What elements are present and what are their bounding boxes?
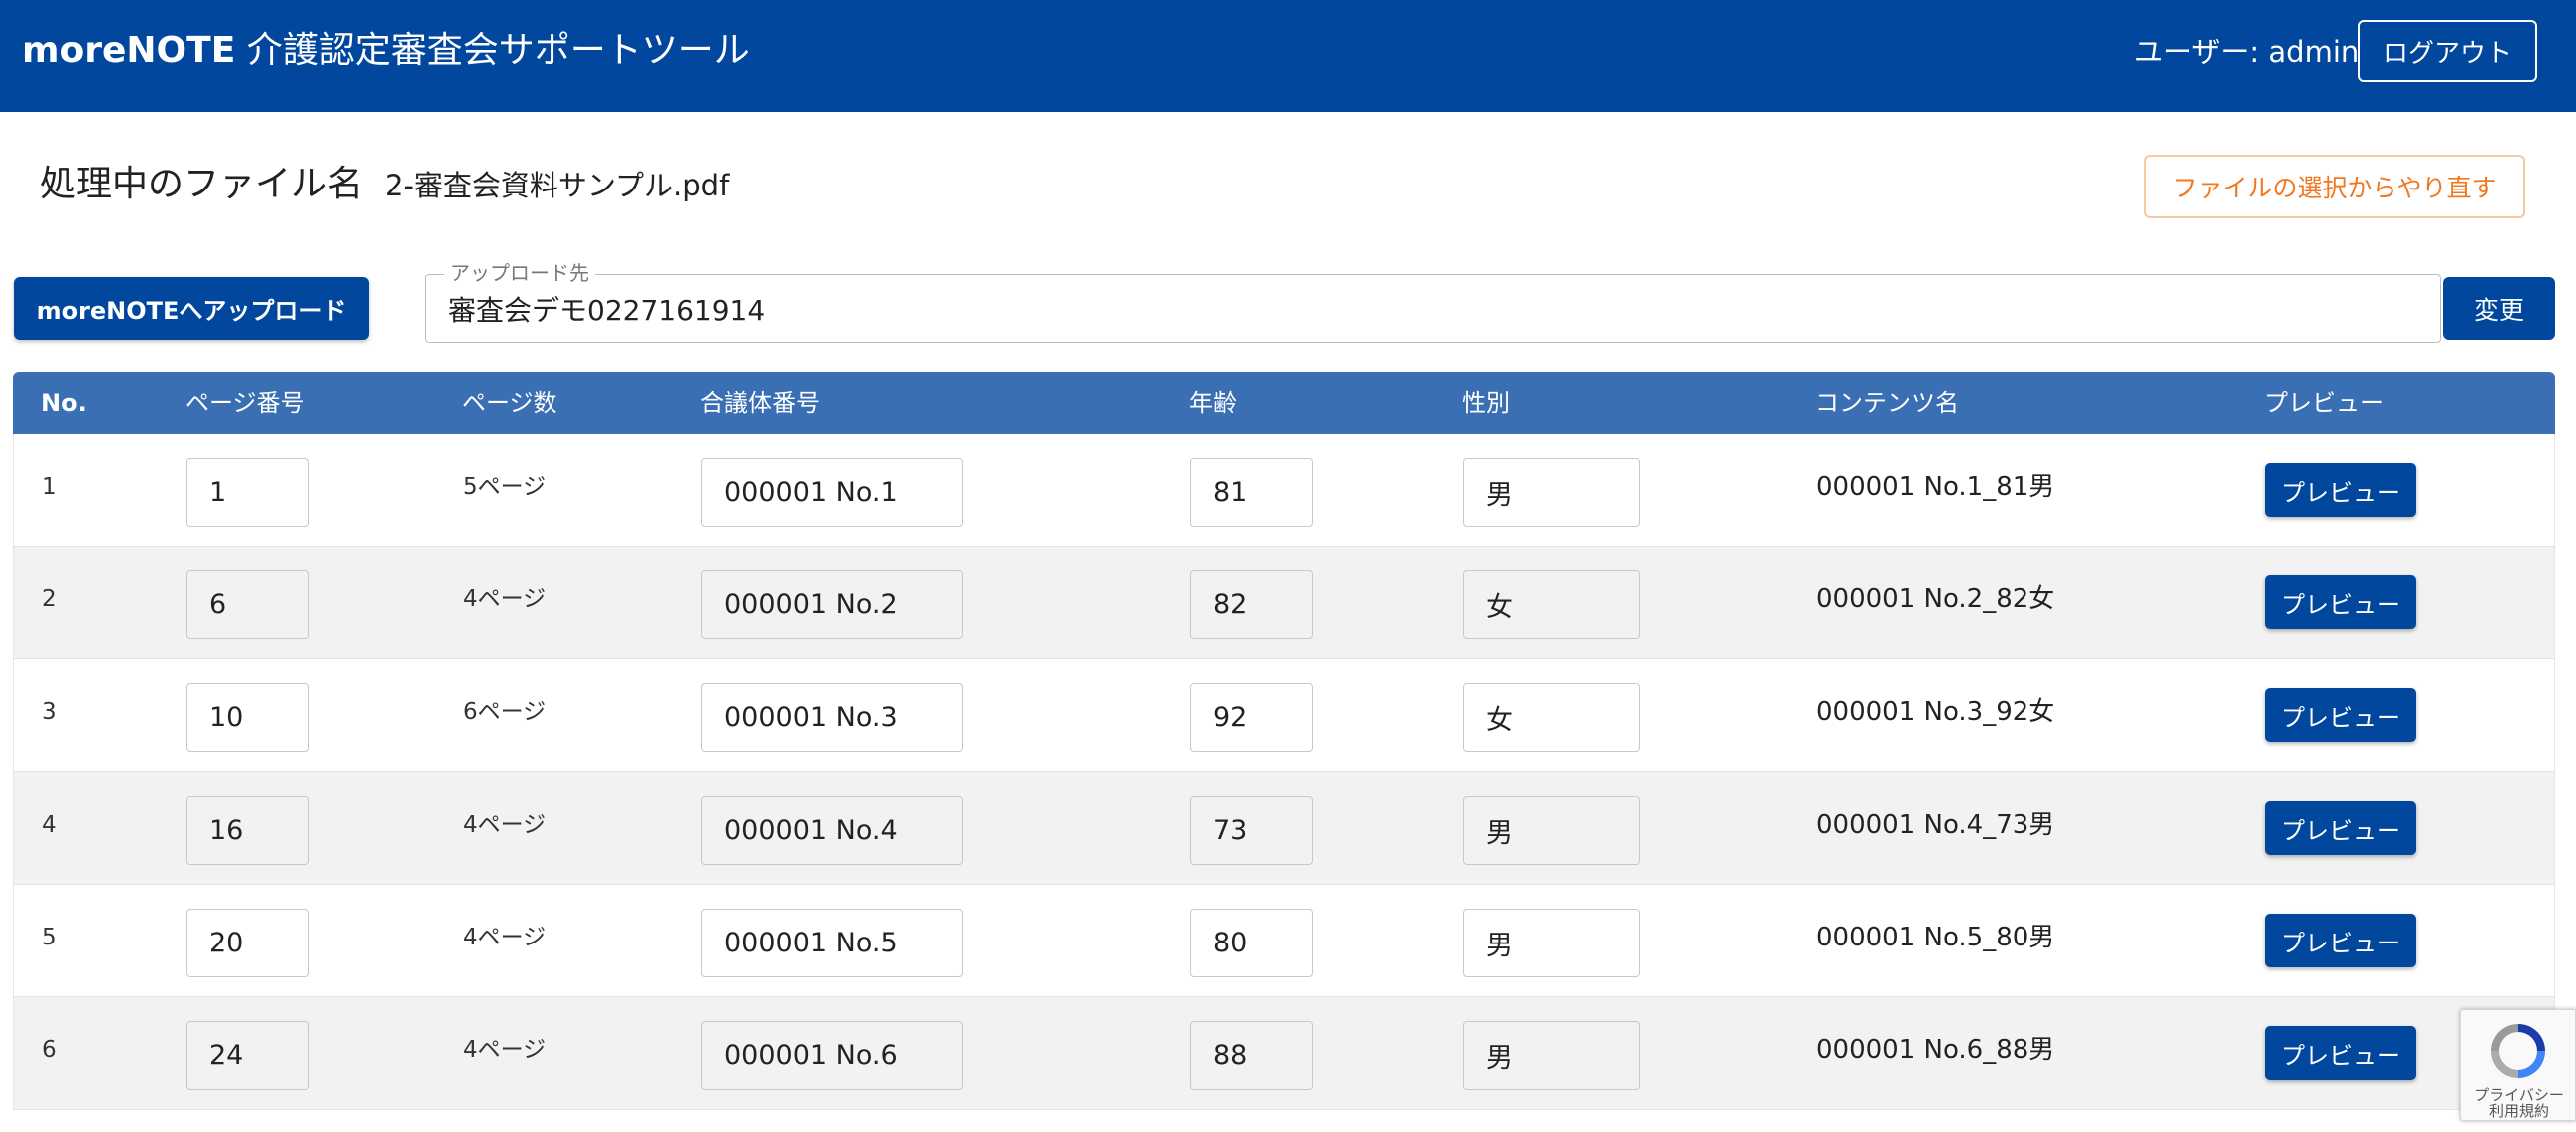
app-title: moreNOTE 介護認定審査会サポートツール	[22, 26, 750, 76]
app-brand: moreNOTE	[22, 30, 236, 71]
sex-input[interactable]	[1463, 1021, 1640, 1090]
group-number-input[interactable]	[701, 909, 963, 977]
page-count: 6ページ	[463, 699, 547, 725]
group-number-input[interactable]	[701, 458, 963, 527]
age-input[interactable]	[1190, 909, 1313, 977]
group-number-input[interactable]	[701, 796, 963, 865]
app-title-suffix: 介護認定審査会サポートツール	[235, 30, 750, 71]
sex-input[interactable]	[1463, 570, 1640, 639]
age-input[interactable]	[1190, 570, 1313, 639]
row-number: 5	[42, 925, 57, 950]
preview-button[interactable]: プレビュー	[2265, 463, 2416, 517]
row-number: 6	[42, 1037, 57, 1063]
upload-to-morenote-button[interactable]: moreNOTEへアップロード	[14, 277, 369, 340]
sex-input[interactable]	[1463, 796, 1640, 865]
header-page-number: ページ番号	[185, 389, 305, 417]
table-body: 15ページ000001 No.1_81男プレビュー24ページ000001 No.…	[13, 434, 2555, 1110]
split-table: No. ページ番号 ページ数 合議体番号 年齢 性別 コンテンツ名 プレビュー …	[13, 372, 2555, 1110]
page-number-input[interactable]	[186, 796, 309, 865]
age-input[interactable]	[1190, 796, 1313, 865]
content-name: 000001 No.5_80男	[1816, 923, 2055, 952]
preview-button[interactable]: プレビュー	[2265, 575, 2416, 629]
page-number-input[interactable]	[186, 570, 309, 639]
age-input[interactable]	[1190, 683, 1313, 752]
group-number-input[interactable]	[701, 683, 963, 752]
page-number-input[interactable]	[186, 683, 309, 752]
header-sex: 性別	[1462, 389, 1510, 417]
file-name: 2-審査会資料サンプル.pdf	[385, 169, 730, 202]
page-number-input[interactable]	[186, 909, 309, 977]
content-name: 000001 No.4_73男	[1816, 810, 2055, 840]
age-input[interactable]	[1190, 458, 1313, 527]
group-number-input[interactable]	[701, 570, 963, 639]
row-number: 1	[42, 474, 57, 500]
sex-input[interactable]	[1463, 683, 1640, 752]
preview-button[interactable]: プレビュー	[2265, 688, 2416, 742]
recaptcha-terms[interactable]: 利用規約	[2461, 1102, 2575, 1120]
table-row: 3 6ページ 000001 No.3_92女 プレビュー	[13, 659, 2555, 772]
page-number-input[interactable]	[186, 458, 309, 527]
preview-button[interactable]: プレビュー	[2265, 801, 2416, 855]
header-preview: プレビュー	[2264, 389, 2384, 417]
app-header: moreNOTE 介護認定審査会サポートツール ユーザー: admin ログアウ…	[0, 0, 2576, 112]
logout-button[interactable]: ログアウト	[2358, 20, 2537, 82]
row-number: 2	[42, 586, 57, 612]
content-name: 000001 No.6_88男	[1816, 1035, 2055, 1065]
file-heading: 処理中のファイル名	[40, 164, 364, 204]
row-number: 4	[42, 812, 57, 838]
upload-destination-field: アップロード先	[425, 260, 2441, 343]
upload-destination-input[interactable]	[448, 289, 2343, 329]
table-header: No. ページ番号 ページ数 合議体番号 年齢 性別 コンテンツ名 プレビュー	[13, 372, 2555, 434]
recaptcha-badge[interactable]: プライバシー 利用規約	[2460, 1009, 2576, 1121]
preview-button[interactable]: プレビュー	[2265, 1026, 2416, 1080]
recaptcha-icon	[2491, 1024, 2545, 1078]
page-count: 4ページ	[463, 925, 547, 950]
sex-input[interactable]	[1463, 458, 1640, 527]
table-row: 4 4ページ 000001 No.4_73男 プレビュー	[13, 772, 2555, 885]
content-name: 000001 No.3_92女	[1816, 697, 2055, 727]
upload-destination-legend: アップロード先	[444, 260, 595, 286]
header-group-number: 合議体番号	[700, 389, 820, 417]
user-label: ユーザー: admin	[2134, 35, 2360, 69]
sex-input[interactable]	[1463, 909, 1640, 977]
page-number-input[interactable]	[186, 1021, 309, 1090]
header-page-count: ページ数	[462, 389, 557, 417]
header-content-name: コンテンツ名	[1815, 389, 1959, 417]
table-row: 1 5ページ 000001 No.1_81男 プレビュー	[13, 434, 2555, 547]
page-count: 4ページ	[463, 1037, 547, 1063]
content-name: 000001 No.1_81男	[1816, 472, 2055, 502]
age-input[interactable]	[1190, 1021, 1313, 1090]
preview-button[interactable]: プレビュー	[2265, 914, 2416, 967]
header-no: No.	[41, 389, 87, 417]
group-number-input[interactable]	[701, 1021, 963, 1090]
page-count: 4ページ	[463, 586, 547, 612]
page-count: 4ページ	[463, 812, 547, 838]
table-row: 6 4ページ 000001 No.6_88男 プレビュー	[13, 997, 2555, 1110]
content-name: 000001 No.2_82女	[1816, 584, 2055, 614]
table-row: 2 4ページ 000001 No.2_82女 プレビュー	[13, 547, 2555, 659]
table-row: 5 4ページ 000001 No.5_80男 プレビュー	[13, 885, 2555, 997]
page-count: 5ページ	[463, 474, 547, 500]
row-number: 3	[42, 699, 57, 725]
header-age: 年齢	[1189, 389, 1237, 417]
change-destination-button[interactable]: 変更	[2443, 277, 2555, 340]
reset-file-selection-button[interactable]: ファイルの選択からやり直す	[2144, 155, 2525, 218]
